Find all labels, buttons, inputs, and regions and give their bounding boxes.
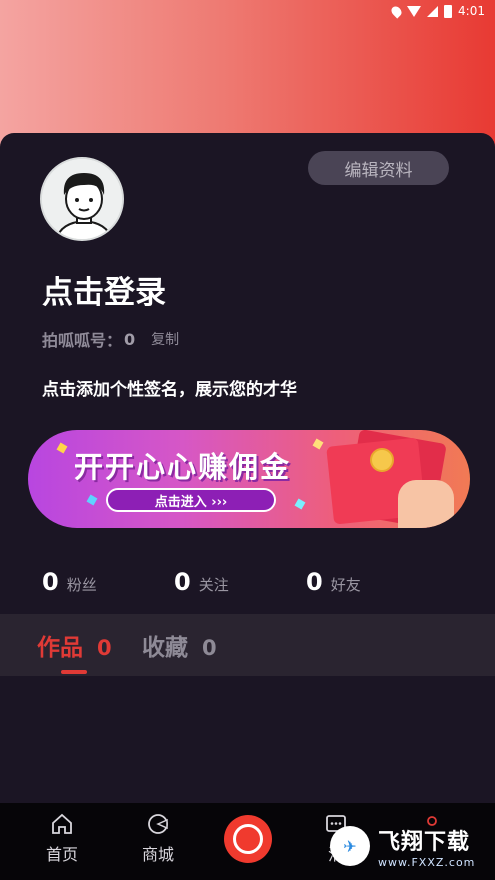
shop-icon — [145, 811, 171, 837]
coin-icon — [370, 448, 394, 472]
stat-friends-count: 0 — [306, 568, 323, 596]
stat-fans-count: 0 — [42, 568, 59, 596]
home-icon — [49, 811, 75, 837]
tab-works-count: 0 — [97, 636, 112, 660]
stats-row: 0 粉丝 0 关注 0 好友 — [0, 568, 495, 598]
record-button[interactable] — [224, 815, 272, 863]
tab-favorites-count: 0 — [202, 636, 217, 660]
active-tab-indicator — [61, 670, 87, 674]
hand-icon — [398, 480, 454, 528]
tab-favorites[interactable]: 收藏 0 — [142, 628, 217, 662]
edit-profile-button[interactable]: 编辑资料 — [308, 151, 449, 185]
tab-favorites-label: 收藏 — [142, 635, 188, 661]
battery-icon — [444, 4, 453, 18]
tab-works-label: 作品 — [37, 635, 83, 661]
watermark-main: 飞翔下载 — [378, 829, 471, 855]
watermark-sub: www.FXXZ.com — [378, 855, 476, 869]
stat-following-count: 0 — [174, 568, 191, 596]
banner-enter-button[interactable]: 点击进入 ››› — [106, 488, 276, 512]
watermark-icon: ✈ — [330, 826, 370, 866]
nav-home[interactable]: 首页 — [27, 811, 97, 865]
stat-friends[interactable]: 0 好友 — [306, 568, 361, 596]
content-tabs: 作品 0 收藏 0 — [0, 614, 495, 676]
signal-icon — [427, 5, 439, 17]
status-time: 4:01 — [458, 4, 485, 18]
account-row: 拍呱呱号： 0 复制 — [42, 327, 179, 351]
confetti-icon — [86, 494, 98, 506]
banner-title: 开开心心赚佣金 — [74, 450, 292, 484]
tab-works[interactable]: 作品 0 — [37, 628, 112, 662]
nav-shop[interactable]: 商城 — [123, 811, 193, 865]
account-value: 0 — [124, 329, 136, 349]
stat-following[interactable]: 0 关注 — [174, 568, 229, 596]
default-avatar-icon — [42, 159, 122, 239]
stat-following-label: 关注 — [198, 576, 229, 594]
nav-home-label: 首页 — [45, 845, 78, 864]
login-title[interactable]: 点击登录 — [42, 267, 166, 312]
confetti-icon — [312, 438, 324, 450]
wifi-icon — [407, 5, 422, 17]
signature-text[interactable]: 点击添加个性签名，展示您的才华 — [42, 375, 297, 400]
confetti-icon — [56, 442, 68, 454]
avatar[interactable] — [40, 157, 124, 241]
stat-fans-label: 粉丝 — [66, 576, 97, 594]
status-bar: 4:01 — [0, 0, 495, 22]
stat-fans[interactable]: 0 粉丝 — [42, 568, 97, 596]
camera-icon — [233, 824, 263, 854]
stat-friends-label: 好友 — [330, 576, 361, 594]
profile-card: 编辑资料 点击登录 拍呱呱号： 0 复制 点击添加个性签名，展示您的才华 开开心… — [0, 133, 495, 813]
confetti-icon — [294, 498, 306, 510]
watermark-logo: ✈ 飞翔下载 www.FXXZ.com — [330, 818, 490, 874]
copy-button[interactable]: 复制 — [151, 329, 179, 349]
commission-banner[interactable]: 开开心心赚佣金 点击进入 ››› — [28, 430, 470, 528]
nav-shop-label: 商城 — [141, 845, 174, 864]
watermark-text: 飞翔下载 www.FXXZ.com — [378, 824, 475, 869]
account-label: 拍呱呱号： — [42, 331, 123, 350]
location-icon — [389, 3, 404, 19]
